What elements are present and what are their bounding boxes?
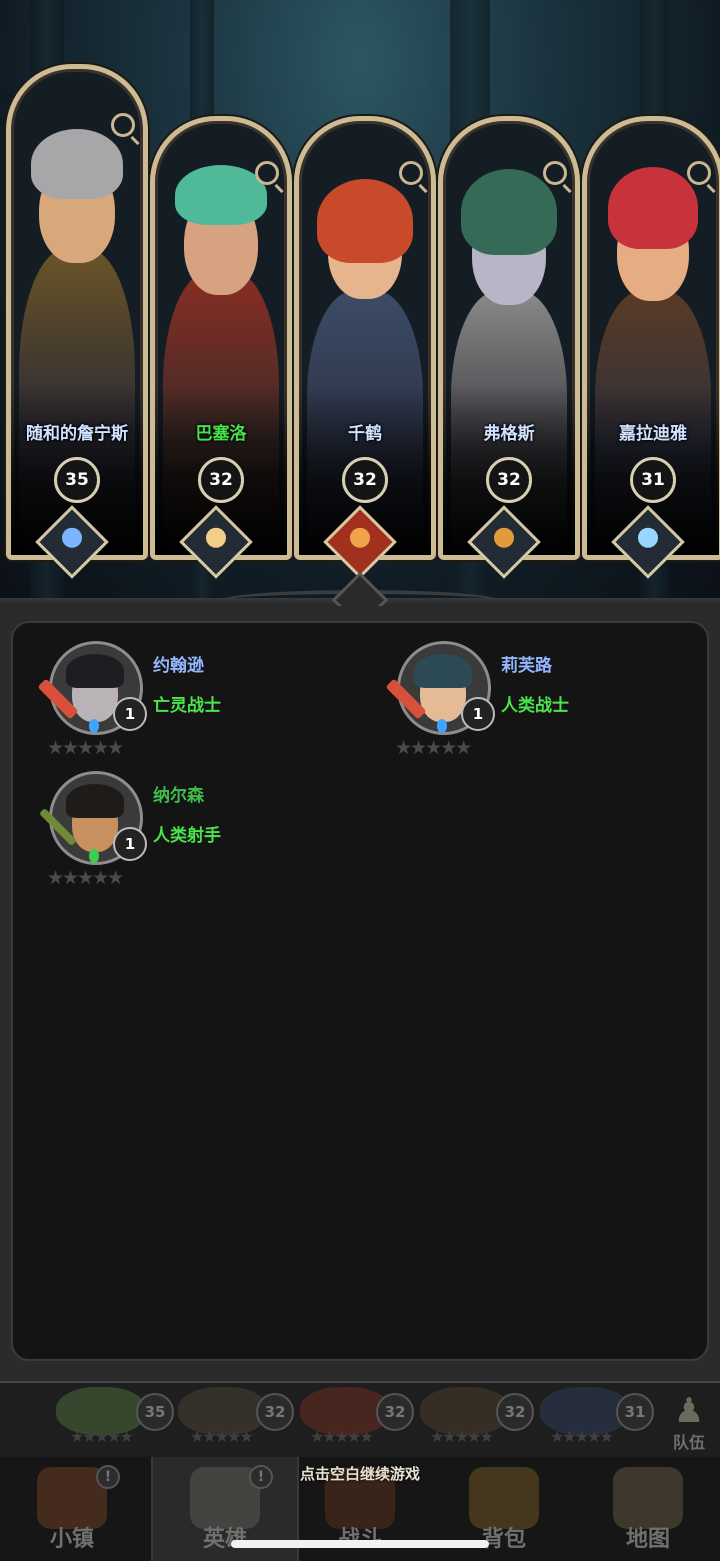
inspect-icon[interactable] [255, 161, 279, 185]
continue-hint: 点击空白继续游戏 [299, 1465, 420, 1483]
team-level-badge: 32 [256, 1393, 294, 1431]
hero-name: 嘉拉迪雅 [619, 424, 687, 444]
hero-level-badge: 1 [113, 827, 147, 861]
star-rating: ★★★★★ [47, 867, 124, 889]
star-rating: ★★★★★ [310, 1427, 374, 1446]
hero-name: 莉芙路 [501, 656, 552, 676]
hero-name: 约翰逊 [153, 656, 204, 676]
hero-card-1[interactable]: 随和的詹宁斯 35 [6, 64, 148, 560]
hero-level-badge: 32 [486, 457, 532, 503]
roster-hero-1[interactable]: 1 ★★★★★ 约翰逊 亡灵战士 [13, 641, 313, 761]
hero-class: 人类战士 [501, 696, 569, 716]
gem-icon [89, 719, 99, 733]
gem-icon [437, 719, 447, 733]
hero-class: 亡灵战士 [153, 696, 221, 716]
hero-level-badge: 32 [342, 457, 388, 503]
roster-hero-2[interactable]: 1 ★★★★★ 莉芙路 人类战士 [361, 641, 661, 761]
hero-level-badge: 35 [54, 457, 100, 503]
inspect-icon[interactable] [399, 161, 423, 185]
hero-level-badge: 1 [113, 697, 147, 731]
inspect-icon[interactable] [687, 161, 711, 185]
chess-pieces-icon: ♟ [673, 1391, 705, 1431]
roster-panel[interactable]: 1 ★★★★★ 约翰逊 亡灵战士 1 ★★★★★ 莉芙路 人类战士 1 ★★★★… [11, 621, 709, 1361]
hero-name: 纳尔森 [153, 786, 204, 806]
star-rating: ★★★★★ [430, 1427, 494, 1446]
hero-card-4[interactable]: 弗格斯 32 [438, 116, 580, 560]
star-rating: ★★★★★ [550, 1427, 614, 1446]
hero-name: 千鹤 [348, 424, 382, 444]
hero-name: 随和的詹宁斯 [26, 424, 128, 444]
hero-card-5[interactable]: 嘉拉迪雅 31 [582, 116, 720, 560]
tab-label: 地图 [625, 1527, 670, 1552]
team-level-badge: 31 [616, 1393, 654, 1431]
tab-label: 英雄 [202, 1527, 247, 1552]
roster-hero-3[interactable]: 1 ★★★★★ 纳尔森 人类射手 [13, 771, 313, 891]
hero-card-2[interactable]: 巴塞洛 32 [150, 116, 292, 560]
tab-label: 小镇 [49, 1527, 94, 1552]
star-rating: ★★★★★ [47, 737, 124, 759]
hero-name: 巴塞洛 [195, 424, 247, 444]
hero-lineup-area: 随和的詹宁斯 35 巴塞洛 32 千鹤 32 弗格斯 32 嘉拉迪雅 31 [0, 0, 720, 600]
inspect-icon[interactable] [543, 161, 567, 185]
team-strip[interactable]: 35 32 32 32 31 ★★★★★ ★★★★★ ★★★★★ ★★★★★ ★… [0, 1381, 720, 1459]
home-indicator[interactable] [231, 1540, 489, 1548]
team-level-badge: 35 [136, 1393, 174, 1431]
team-level-badge: 32 [376, 1393, 414, 1431]
team-level-badge: 32 [496, 1393, 534, 1431]
hero-level-badge: 1 [461, 697, 495, 731]
hero-class: 人类射手 [153, 826, 221, 846]
tab-label: 背包 [481, 1527, 526, 1552]
hero-level-badge: 32 [198, 457, 244, 503]
star-rating: ★★★★★ [190, 1427, 254, 1446]
star-rating: ★★★★★ [70, 1427, 134, 1446]
inspect-icon[interactable] [111, 113, 135, 137]
gem-icon [89, 849, 99, 863]
star-rating: ★★★★★ [395, 737, 472, 759]
hero-level-badge: 31 [630, 457, 676, 503]
hero-name: 弗格斯 [483, 424, 535, 444]
hero-card-3[interactable]: 千鹤 32 [294, 116, 436, 560]
team-label: 队伍 [672, 1433, 705, 1452]
team-button[interactable]: ♟ 队伍 [666, 1393, 712, 1453]
tab-label: 战斗 [288, 1521, 432, 1553]
